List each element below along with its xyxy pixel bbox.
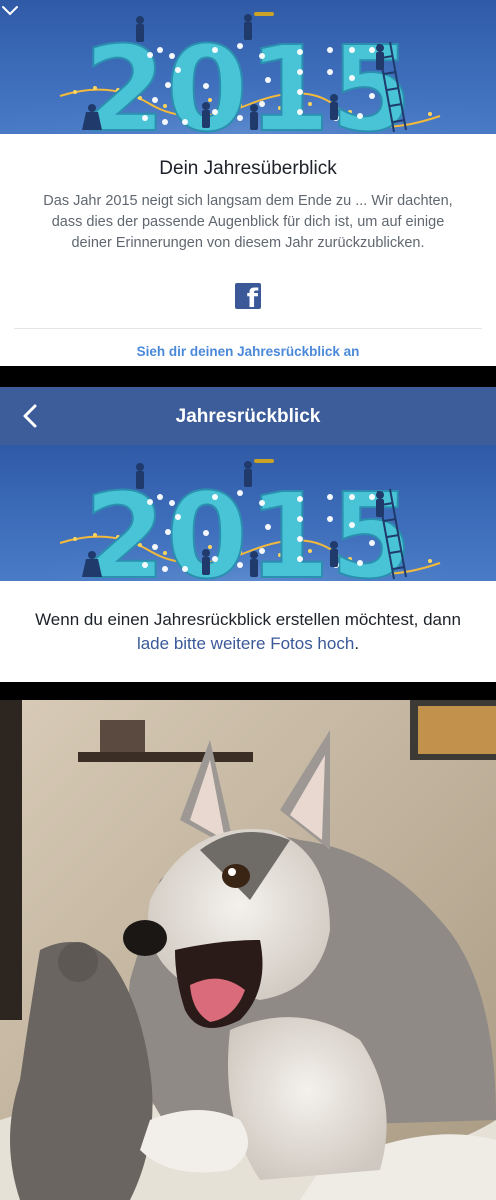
year-review-empty-card: 2015 Wenn du einen Jahresrückblick erste… bbox=[0, 445, 496, 682]
year-banner: 2015 bbox=[0, 445, 496, 581]
year-review-card: 2015 Dein Jahresüberblick Das Jahr 2015 … bbox=[0, 0, 496, 366]
upload-photos-link[interactable]: lade bitte weitere Fotos hoch bbox=[137, 634, 354, 653]
year-illustration: 2015 bbox=[0, 12, 496, 134]
divider bbox=[14, 328, 482, 329]
upload-more-message: Wenn du einen Jahresrückblick erstellen … bbox=[0, 608, 496, 656]
facebook-logo-letter: f bbox=[246, 284, 258, 309]
card-description: Das Jahr 2015 neigt sich langsam dem End… bbox=[43, 193, 453, 251]
nav-title: Jahresrückblick bbox=[175, 406, 321, 427]
chevron-down-icon[interactable] bbox=[0, 0, 20, 20]
year-illustration: 2015 bbox=[0, 459, 496, 581]
message-text: Wenn du einen Jahresrückblick erstellen … bbox=[35, 610, 461, 629]
year-banner: 2015 bbox=[0, 0, 496, 134]
card-title: Dein Jahresüberblick bbox=[159, 158, 337, 179]
husky-photo bbox=[0, 700, 496, 1200]
navigation-bar: Jahresrückblick bbox=[0, 387, 496, 445]
message-period: . bbox=[354, 634, 360, 653]
facebook-logo-icon: f bbox=[235, 283, 261, 309]
view-year-review-link[interactable]: Sieh dir deinen Jahresrückblick an bbox=[0, 344, 496, 359]
